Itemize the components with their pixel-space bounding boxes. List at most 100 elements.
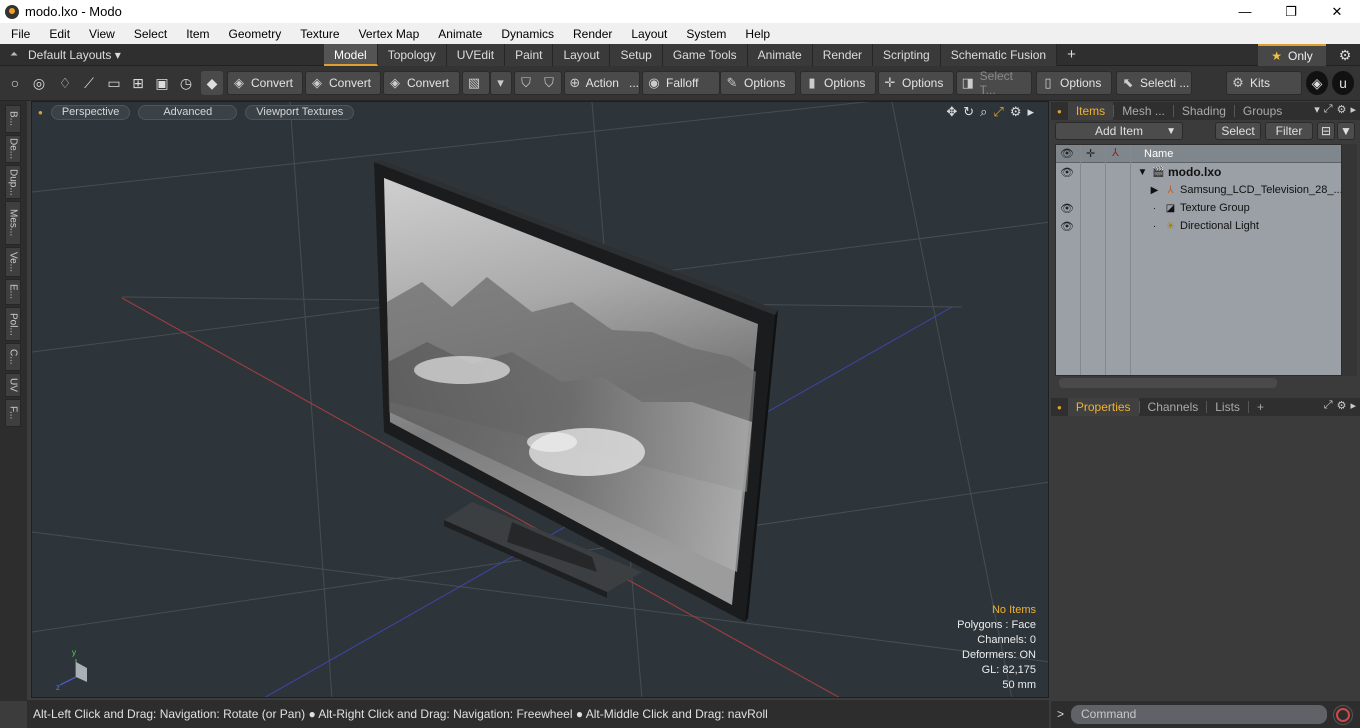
layout-selector[interactable]: Default Layouts ▾ bbox=[28, 48, 148, 62]
panel-menu-icon[interactable]: ▸ bbox=[1350, 103, 1356, 116]
panel-menu-icon[interactable]: ▸ bbox=[1350, 399, 1356, 412]
list-item[interactable]: 👁 · ◪ Texture Group bbox=[1056, 199, 1341, 217]
items-icon[interactable]: ⊞ bbox=[127, 71, 149, 95]
tab-topology[interactable]: Topology bbox=[377, 44, 447, 66]
left-tab-vertex[interactable]: Ve... bbox=[5, 247, 21, 277]
add-tab-button[interactable]: + bbox=[1057, 44, 1086, 66]
lock-icon[interactable]: ✛ bbox=[1086, 147, 1095, 160]
menu-item[interactable]: Item bbox=[175, 27, 217, 41]
list-item[interactable]: ▶ ⅄ Samsung_LCD_Television_28_... bbox=[1056, 181, 1343, 199]
left-tab-mesh[interactable]: Mes... bbox=[5, 201, 21, 245]
rotate-icon[interactable]: ↻ bbox=[963, 104, 974, 120]
menu-render[interactable]: Render bbox=[562, 27, 620, 41]
tab-animate[interactable]: Animate bbox=[747, 44, 813, 66]
menu-texture[interactable]: Texture bbox=[289, 27, 347, 41]
action-center-button[interactable]: ⊕ Action... bbox=[564, 71, 640, 95]
tab-items[interactable]: Items bbox=[1067, 102, 1114, 120]
tab-paint[interactable]: Paint bbox=[505, 44, 554, 66]
menu-view[interactable]: View bbox=[78, 27, 123, 41]
globe-icon[interactable]: ◎ bbox=[28, 71, 50, 95]
maximize-button[interactable]: ❐ bbox=[1268, 0, 1314, 23]
expand-icon[interactable]: ⤢ bbox=[1324, 103, 1333, 116]
move-icon[interactable]: ✥ bbox=[946, 104, 957, 120]
options-button-2[interactable]: ▮ Options bbox=[800, 71, 876, 95]
tab-channels[interactable]: Channels bbox=[1140, 398, 1207, 416]
collapse-up-icon[interactable]: ⏶ bbox=[0, 49, 28, 60]
list-item[interactable]: 👁 · ☀ Directional Light bbox=[1056, 217, 1341, 235]
menu-file[interactable]: File bbox=[0, 27, 38, 41]
menu-edit[interactable]: Edit bbox=[38, 27, 78, 41]
options-button-4[interactable]: ▯ Options bbox=[1036, 71, 1112, 95]
menu-dynamics[interactable]: Dynamics bbox=[490, 27, 562, 41]
tab-render[interactable]: Render bbox=[812, 44, 874, 66]
cube-icon[interactable]: ◆ bbox=[201, 71, 223, 95]
polygons-icon[interactable]: ▭ bbox=[103, 71, 125, 95]
expand-arrow-icon[interactable]: ▼ bbox=[1136, 167, 1149, 178]
collapse-arrow-icon[interactable]: ▶ bbox=[1148, 185, 1161, 196]
pen-icon[interactable]: ♢ bbox=[54, 71, 76, 95]
tab-schematic-fusion[interactable]: Schematic Fusion bbox=[940, 44, 1058, 66]
left-tab-curve[interactable]: C... bbox=[5, 343, 21, 371]
select-button[interactable]: Select bbox=[1215, 122, 1261, 140]
panel-dot-icon[interactable]: ● bbox=[1057, 107, 1062, 116]
viewport-menu-icon[interactable]: ▸ bbox=[1027, 104, 1034, 120]
viewport-3d[interactable]: y z ● Perspective Advanced Viewport Text… bbox=[31, 101, 1049, 698]
visibility-eye-icon[interactable]: 👁 bbox=[1060, 166, 1074, 179]
materials-icon[interactable]: ▣ bbox=[151, 71, 173, 95]
convert-button-2[interactable]: ◈ Convert bbox=[305, 71, 381, 95]
funnel-icon[interactable]: ▼ bbox=[1337, 122, 1355, 140]
command-input[interactable]: Command bbox=[1071, 705, 1327, 724]
axis-icon[interactable]: ⅄ bbox=[1112, 146, 1119, 159]
select-through-button[interactable]: ◨ Select T... bbox=[956, 69, 1032, 97]
box-tool-button[interactable]: ▧ bbox=[462, 71, 490, 95]
tab-mesh[interactable]: Mesh ... bbox=[1114, 102, 1173, 120]
zoom-icon[interactable]: ⌕ bbox=[980, 104, 987, 120]
unreal-icon[interactable]: u bbox=[1332, 71, 1354, 95]
viewport-advanced[interactable]: Advanced bbox=[138, 104, 238, 120]
tab-groups[interactable]: Groups bbox=[1235, 102, 1290, 120]
tab-layout[interactable]: Layout bbox=[553, 44, 611, 66]
gear-icon[interactable]: ⚙ bbox=[1330, 44, 1360, 66]
left-tab-deform[interactable]: De... bbox=[5, 135, 21, 163]
panel-dot-icon[interactable]: ● bbox=[1057, 403, 1062, 412]
close-button[interactable]: ✕ bbox=[1314, 0, 1360, 23]
viewport-textures[interactable]: Viewport Textures bbox=[245, 104, 355, 120]
visibility-eye-icon[interactable]: 👁 bbox=[1060, 147, 1074, 160]
left-tab-polygon[interactable]: Pol... bbox=[5, 307, 21, 341]
tab-lists[interactable]: Lists bbox=[1207, 398, 1248, 416]
menu-system[interactable]: System bbox=[675, 27, 734, 41]
kits-button[interactable]: ⚙ Kits bbox=[1226, 71, 1302, 95]
column-name[interactable]: Name bbox=[1144, 148, 1173, 160]
add-panel-tab-button[interactable]: + bbox=[1249, 398, 1272, 416]
item-list-scrollbar[interactable] bbox=[1342, 144, 1357, 376]
menu-select[interactable]: Select bbox=[123, 27, 175, 41]
only-button[interactable]: ★ Only bbox=[1258, 44, 1326, 66]
edges-icon[interactable]: ⟋ bbox=[78, 71, 100, 95]
falloff-button[interactable]: ◉ Falloff bbox=[642, 71, 720, 95]
left-tab-fusion[interactable]: F... bbox=[5, 399, 21, 427]
viewport-gear-icon[interactable]: ⚙ bbox=[1010, 104, 1022, 120]
filter-button[interactable]: Filter bbox=[1265, 122, 1313, 140]
menu-geometry[interactable]: Geometry bbox=[218, 27, 290, 41]
selection-button[interactable]: ⬉ Selecti ... bbox=[1116, 71, 1192, 95]
left-tab-edge[interactable]: E... bbox=[5, 279, 21, 305]
record-macro-icon[interactable] bbox=[1333, 705, 1353, 725]
menu-help[interactable]: Help bbox=[734, 27, 778, 41]
vertex-mode-icon[interactable]: ○ bbox=[4, 71, 26, 95]
minimize-button[interactable]: — bbox=[1222, 0, 1268, 23]
tab-properties[interactable]: Properties bbox=[1067, 398, 1139, 416]
panel-gear-icon[interactable]: ⚙ bbox=[1337, 399, 1347, 412]
collapse-icon[interactable]: ⊟ bbox=[1317, 122, 1335, 140]
add-item-button[interactable]: Add Item ▼ bbox=[1055, 122, 1183, 140]
left-tab-basic[interactable]: B... bbox=[5, 105, 21, 133]
unity-icon[interactable]: ◈ bbox=[1306, 71, 1328, 95]
tab-game-tools[interactable]: Game Tools bbox=[662, 44, 748, 66]
chevron-down-icon[interactable]: ▾ bbox=[1314, 103, 1320, 116]
options-button-3[interactable]: ✛ Options bbox=[878, 71, 954, 95]
dropdown-arrow[interactable]: ▾ bbox=[490, 71, 512, 95]
tab-scripting[interactable]: Scripting bbox=[873, 44, 941, 66]
tab-setup[interactable]: Setup bbox=[610, 44, 663, 66]
menu-animate[interactable]: Animate bbox=[427, 27, 490, 41]
options-button-1[interactable]: ✎ Options bbox=[720, 71, 796, 95]
list-item[interactable]: 👁 ▼ 🎬 modo.lxo bbox=[1056, 163, 1341, 181]
